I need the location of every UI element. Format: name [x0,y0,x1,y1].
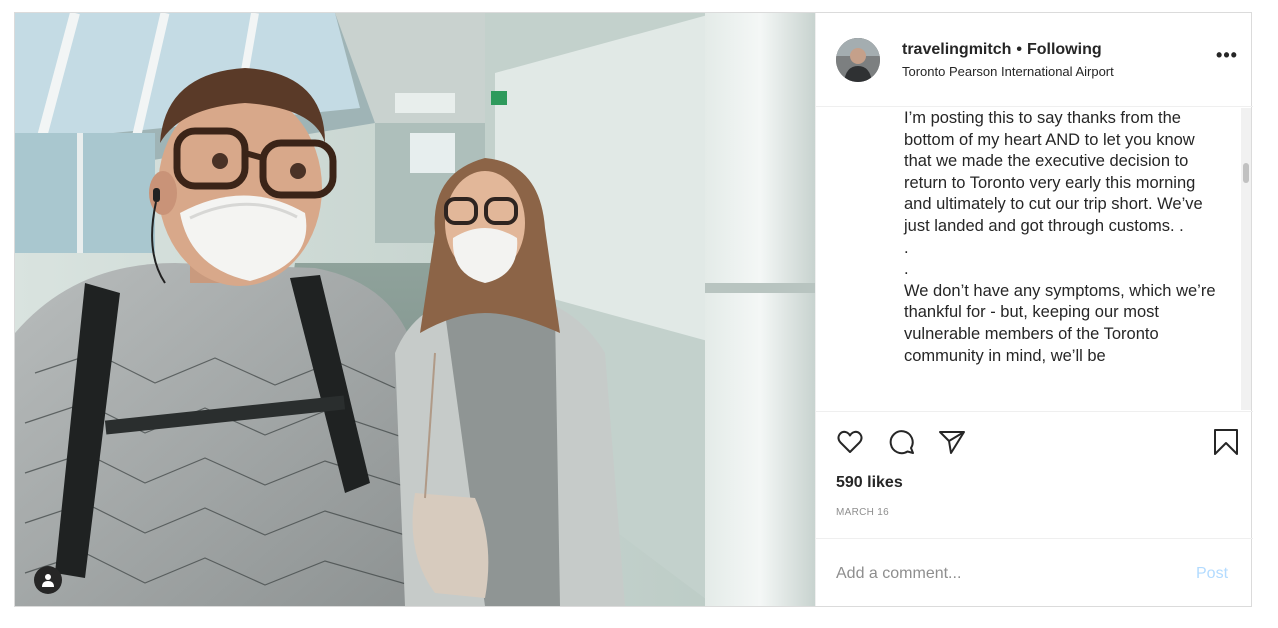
comment-input[interactable] [836,559,1186,589]
share-button[interactable] [938,428,966,456]
post-date[interactable]: MARCH 16 [836,507,889,518]
comment-form: Post [816,538,1253,606]
location-link[interactable]: Toronto Pearson International Airport [902,64,1114,79]
post-caption: I’m posting this to say thanks from the … [904,109,1216,365]
more-options-button[interactable]: ••• [1214,46,1240,65]
scrollbar-thumb[interactable] [1243,163,1249,183]
selfie-airport-image [15,13,815,606]
bookmark-icon [1214,429,1238,455]
post-card: travelingmitch • Following Toronto Pearson… [14,12,1253,607]
caption-scrollbar[interactable] [1241,108,1251,410]
username-link[interactable]: travelingmitch [902,41,1011,58]
save-button[interactable] [1212,428,1240,456]
post-actions: 590 likes MARCH 16 [816,411,1253,538]
paper-plane-icon [939,431,965,454]
comment-button[interactable] [888,428,916,456]
post-side-panel: travelingmitch • Following Toronto Pearson… [815,13,1253,606]
post-comment-button[interactable]: Post [1196,565,1228,583]
username-line: travelingmitch • Following [902,41,1102,59]
following-button[interactable]: Following [1027,41,1102,58]
caption-scroll-area: I’m posting this to say thanks from the … [816,108,1253,410]
like-button[interactable] [836,428,864,456]
likes-count[interactable]: 590 likes [836,474,903,492]
avatar[interactable] [836,38,880,82]
heart-icon [837,430,863,453]
user-tag-button[interactable] [34,566,62,594]
separator-dot: • [1016,41,1022,58]
post-photo[interactable] [15,13,815,606]
speech-bubble-icon [889,430,914,455]
person-icon [42,574,54,587]
post-header: travelingmitch • Following Toronto Pearson… [816,13,1253,107]
profile-photo [836,38,880,82]
